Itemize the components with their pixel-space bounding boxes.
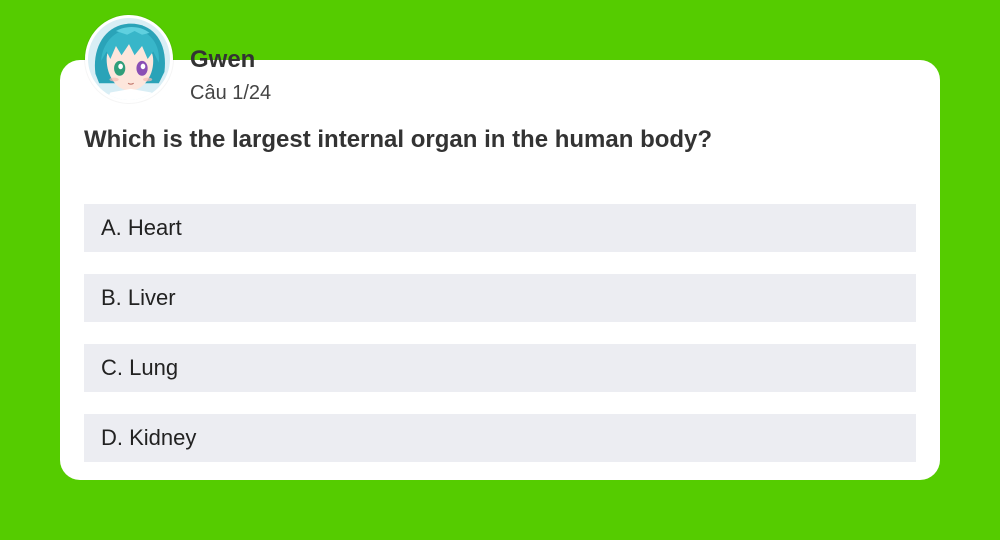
answer-option-a[interactable]: A. Heart (84, 204, 916, 252)
avatar-illustration (88, 18, 170, 100)
question-counter: Câu 1/24 (190, 82, 272, 104)
answer-option-d[interactable]: D. Kidney (84, 414, 916, 462)
answer-option-c[interactable]: C. Lung (84, 344, 916, 392)
question-text: Which is the largest internal organ in t… (84, 126, 713, 153)
answer-option-b[interactable]: B. Liver (84, 274, 916, 322)
user-avatar (85, 15, 173, 103)
user-name: Gwen (190, 46, 256, 73)
